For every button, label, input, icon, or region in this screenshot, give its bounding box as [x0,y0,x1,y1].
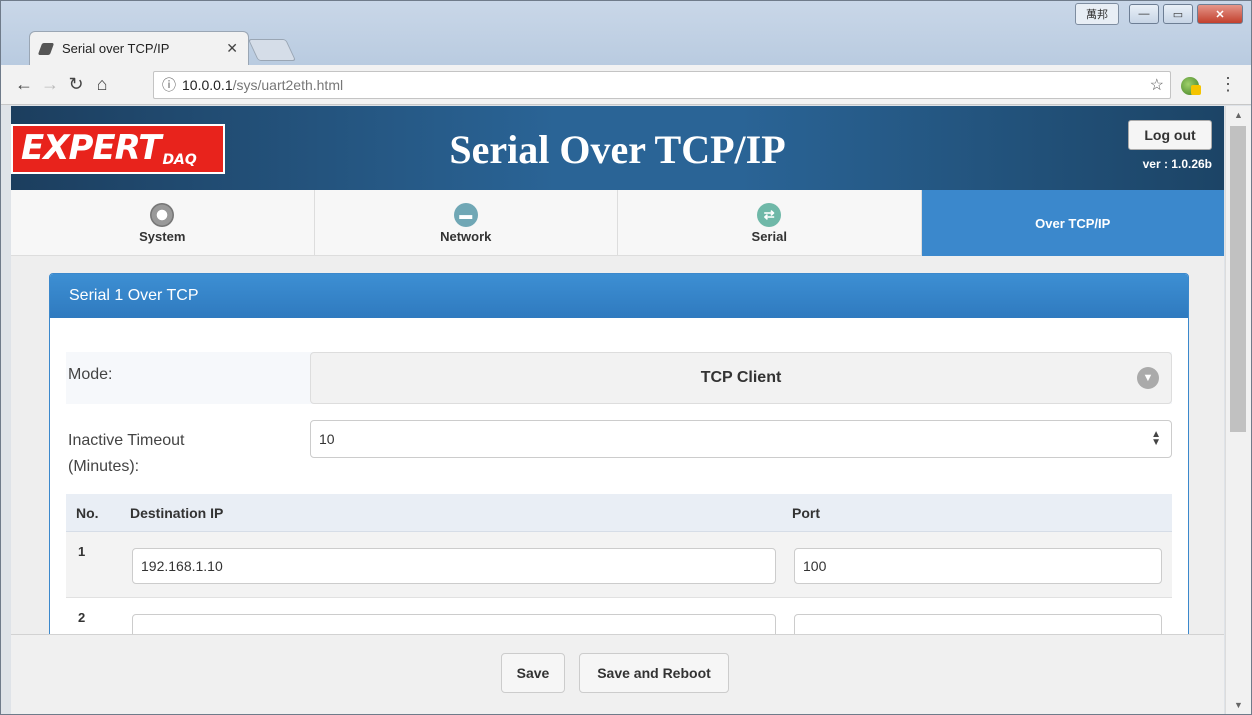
row-number: 2 [78,610,86,625]
timeout-label: Inactive Timeout (Minutes): [68,432,185,475]
main-nav: System ▬ Network ⇄ Serial Over TCP/IP [11,190,1224,256]
nav-item-serial[interactable]: ⇄ Serial [618,190,922,256]
new-tab-button[interactable] [247,39,297,61]
number-spinner-icon[interactable]: ▲ ▼ [1151,430,1161,448]
mode-label: Mode: [68,366,113,383]
scrollbar-thumb[interactable] [1230,126,1246,432]
mode-select[interactable]: TCP Client ▼ [310,352,1172,404]
nav-item-network[interactable]: ▬ Network [315,190,618,256]
reload-icon[interactable]: ↻ [63,74,89,95]
save-and-reboot-button[interactable]: Save and Reboot [579,653,729,693]
logout-button[interactable]: Log out [1128,120,1212,150]
ip-value: 192.168.1.10 [141,558,223,574]
browser-toolbar: ← → ↻ ⌂ ⓘ 10.0.0.1/sys/uart2eth.html ☆ ⋮ [1,65,1251,105]
page-scrollbar[interactable]: ▲ ▼ [1225,106,1251,714]
forward-arrow-icon[interactable]: → [37,74,63,95]
window-controls: 萬邦 — ▭ ✕ [1075,3,1243,25]
col-destination-ip: Destination IP [130,504,224,521]
footer-bar: Save Save and Reboot [11,634,1224,714]
timeout-input[interactable]: 10 ▲ ▼ [310,420,1172,458]
panel-title: Serial 1 Over TCP [50,274,1188,318]
timeout-row: Inactive Timeout (Minutes): 10 ▲ ▼ [66,420,1172,476]
version-label: ver : 1.0.26b [1142,157,1212,171]
browser-tab[interactable]: Serial over TCP/IP ✕ [29,31,249,65]
scroll-up-icon[interactable]: ▲ [1234,110,1243,120]
gear-icon [150,202,175,227]
maximize-button[interactable]: ▭ [1163,4,1193,24]
network-icon: ▬ [453,202,478,227]
extension-icon[interactable] [1181,77,1201,95]
nav-label-network: Network [440,228,492,244]
page-title: Serial Over TCP/IP [449,127,786,172]
close-window-button[interactable]: ✕ [1197,4,1243,24]
nav-item-system[interactable]: System [11,190,315,256]
page-viewport: EXPERT DAQ Serial Over TCP/IP Log out ve… [11,106,1224,714]
nav-label-system: System [139,228,186,244]
col-no: No. [76,504,99,521]
scroll-down-icon[interactable]: ▼ [1234,700,1243,710]
info-icon[interactable]: ⓘ [162,75,176,95]
ime-indicator[interactable]: 萬邦 [1075,3,1119,25]
nav-label-over-tcp: Over TCP/IP [1035,215,1111,231]
table-header: No. Destination IP Port [66,494,1172,532]
url-host: 10.0.0.1 [182,77,233,93]
chevron-down-icon: ▼ [1137,367,1159,389]
browser-menu-icon[interactable]: ⋮ [1219,74,1237,95]
bookmark-star-icon[interactable]: ☆ [1150,75,1164,95]
table-row: 1 192.168.1.10 100 [66,532,1172,598]
back-arrow-icon[interactable]: ← [11,74,37,95]
title-bar: Serial over TCP/IP ✕ 萬邦 — ▭ ✕ [1,1,1251,65]
tab-title: Serial over TCP/IP [62,41,170,56]
browser-window: Serial over TCP/IP ✕ 萬邦 — ▭ ✕ ← → ↻ ⌂ ⓘ … [0,0,1252,715]
port-input[interactable]: 100 [794,548,1162,584]
tab-close-icon[interactable]: ✕ [226,40,238,57]
mode-value: TCP Client [700,369,782,386]
home-icon[interactable]: ⌂ [89,74,115,95]
save-button[interactable]: Save [501,653,565,693]
tab-favicon-icon [37,42,55,55]
col-port: Port [792,504,820,521]
url-path: /sys/uart2eth.html [232,77,344,93]
row-number: 1 [78,544,86,559]
address-bar[interactable]: ⓘ 10.0.0.1/sys/uart2eth.html ☆ [153,71,1171,99]
timeout-value: 10 [319,431,335,447]
mode-row: Mode: TCP Client ▼ [66,352,1172,404]
port-value: 100 [803,558,827,574]
nav-label-serial: Serial [751,228,787,244]
serial-arrows-icon: ⇄ [757,202,782,227]
page-header: EXPERT DAQ Serial Over TCP/IP Log out ve… [11,106,1224,190]
destination-ip-input[interactable]: 192.168.1.10 [132,548,776,584]
minimize-button[interactable]: — [1129,4,1159,24]
nav-item-over-tcp[interactable]: Over TCP/IP [921,190,1224,256]
